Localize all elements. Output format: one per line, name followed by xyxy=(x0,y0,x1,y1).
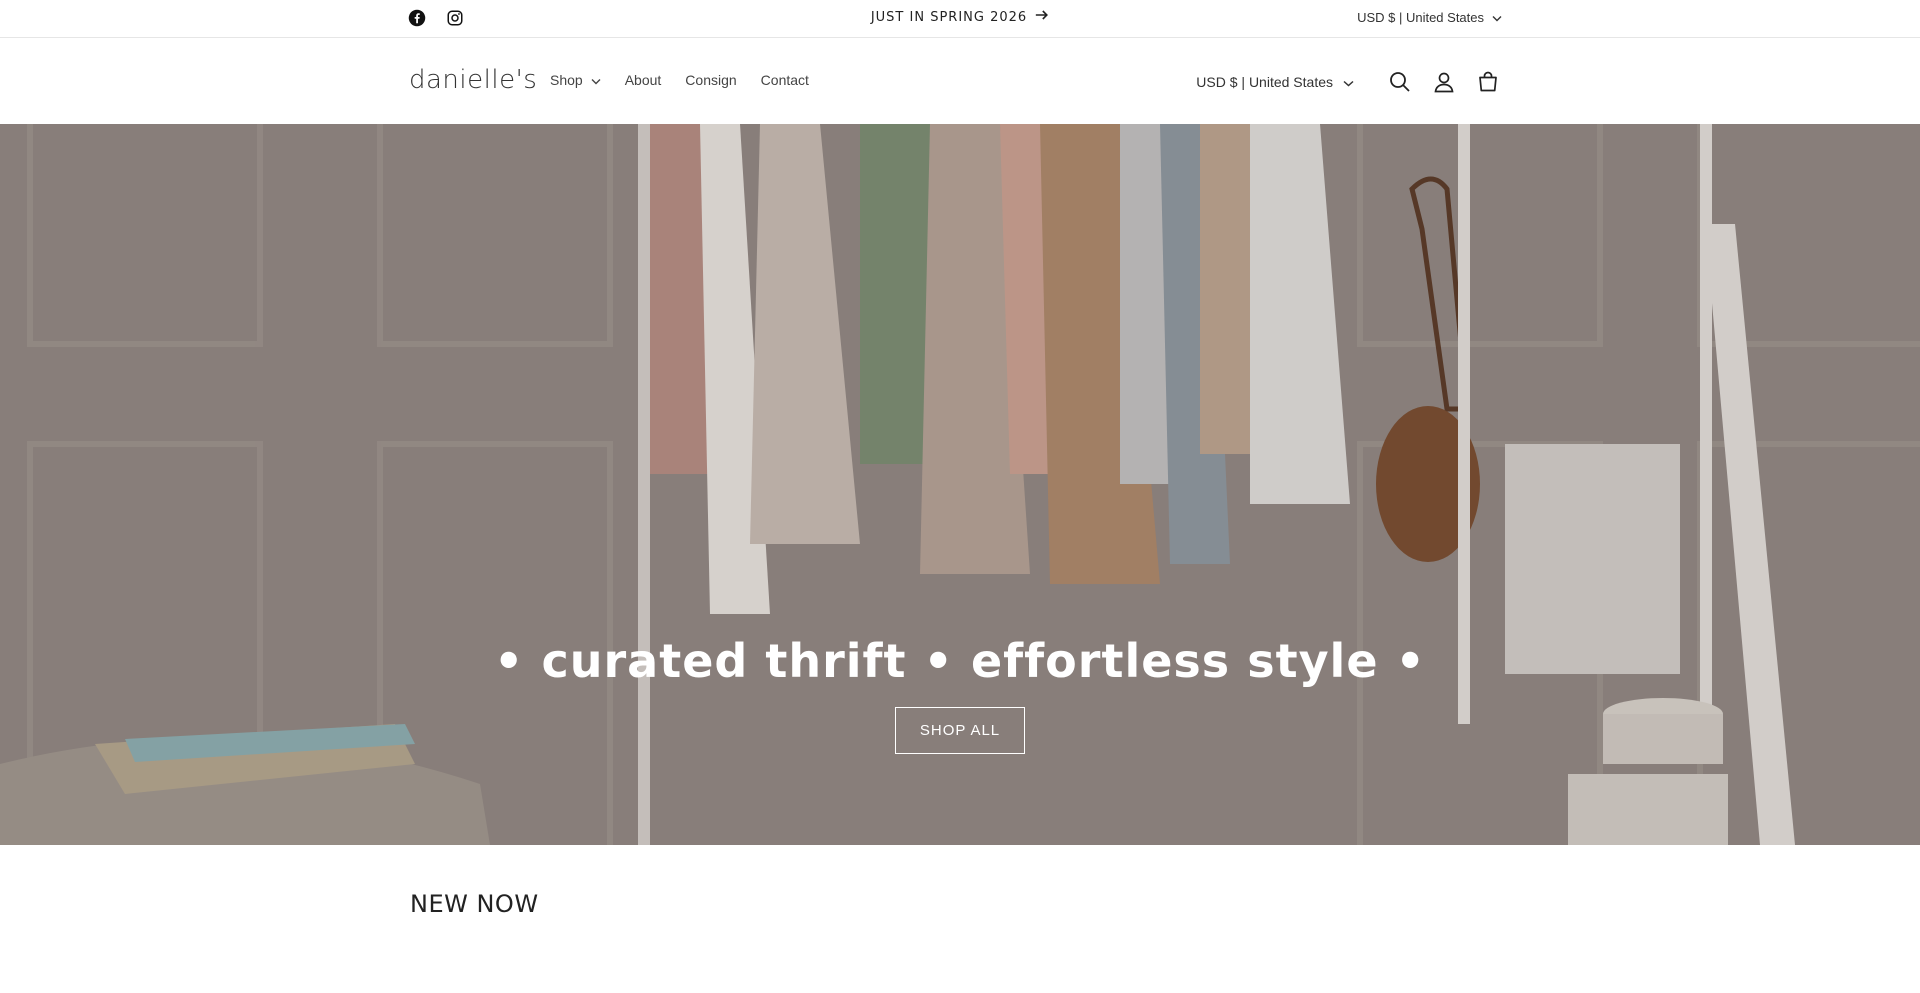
store-logo[interactable]: danielle's xyxy=(409,65,537,95)
account-icon[interactable] xyxy=(1422,66,1466,98)
arrow-right-icon xyxy=(1035,9,1049,25)
hero-banner: • curated thrift • effortless style • SH… xyxy=(0,124,1920,845)
nav-contact[interactable]: Contact xyxy=(761,72,809,88)
currency-selector-top[interactable]: USD $ | United States xyxy=(1357,10,1502,25)
announcement-link[interactable]: JUST IN SPRING 2026 xyxy=(871,9,1049,25)
chevron-down-icon xyxy=(1492,10,1502,25)
search-icon[interactable] xyxy=(1378,66,1422,98)
currency-label: USD $ | United States xyxy=(1357,10,1484,25)
announcement-bar: JUST IN SPRING 2026 USD $ | United State… xyxy=(0,0,1920,38)
chevron-down-icon xyxy=(591,72,601,88)
nav-about[interactable]: About xyxy=(625,72,662,88)
section-title: NEW NOW xyxy=(410,890,539,918)
instagram-icon[interactable] xyxy=(446,9,464,27)
nav-shop[interactable]: Shop xyxy=(550,72,601,88)
header-actions: USD $ | United States xyxy=(1196,66,1510,98)
facebook-icon[interactable] xyxy=(408,9,426,27)
site-header: danielle's Shop About Consign Contact US… xyxy=(0,39,1920,124)
nav-consign[interactable]: Consign xyxy=(685,72,736,88)
social-links xyxy=(408,9,464,27)
main-nav: Shop About Consign Contact xyxy=(550,72,809,88)
announcement-text: JUST IN SPRING 2026 xyxy=(870,9,1028,25)
chevron-down-icon xyxy=(1343,74,1354,90)
currency-label: USD $ | United States xyxy=(1196,74,1333,90)
shop-all-button[interactable]: SHOP ALL xyxy=(895,707,1025,754)
hero-title: • curated thrift • effortless style • xyxy=(494,634,1426,688)
currency-selector[interactable]: USD $ | United States xyxy=(1196,74,1354,90)
cart-icon[interactable] xyxy=(1466,66,1510,98)
nav-shop-label: Shop xyxy=(550,72,583,88)
